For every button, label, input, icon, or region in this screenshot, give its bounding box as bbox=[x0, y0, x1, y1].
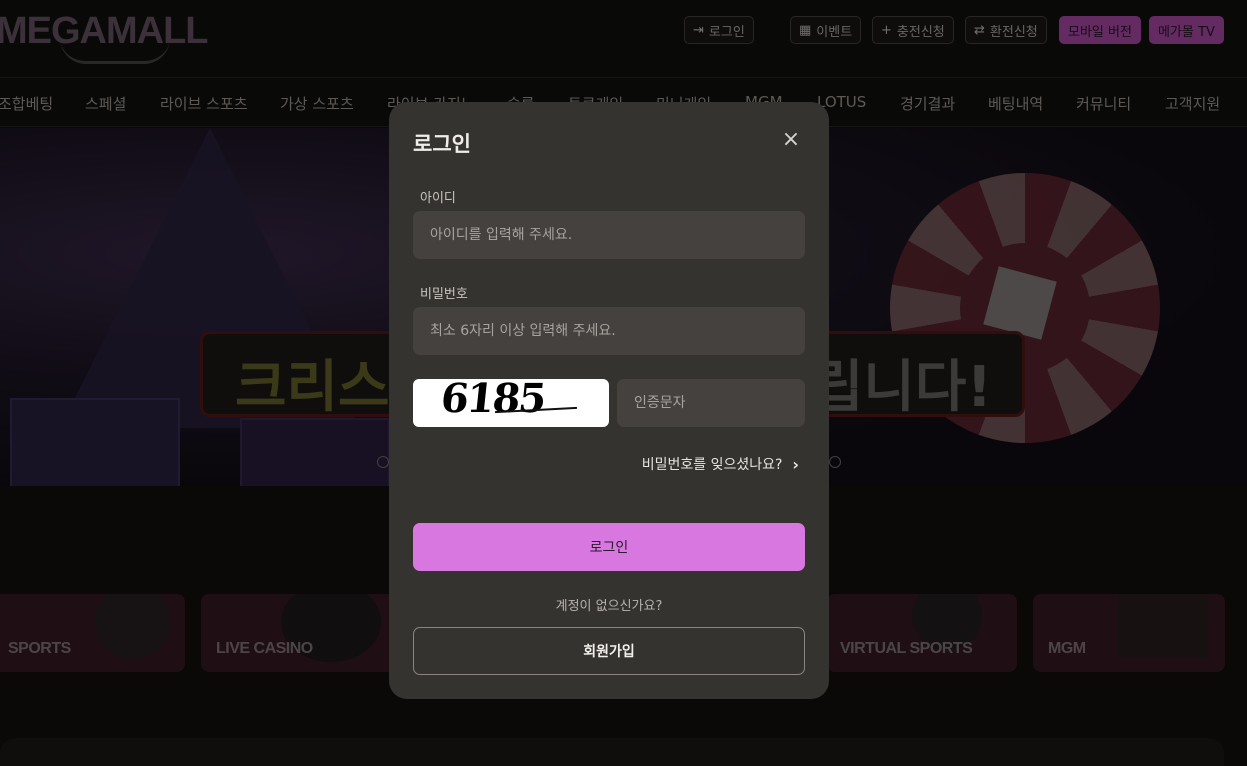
close-icon[interactable]: × bbox=[781, 128, 801, 152]
chevron-right-icon: › bbox=[792, 454, 799, 474]
login-submit-button[interactable]: 로그인 bbox=[413, 523, 805, 571]
password-input[interactable] bbox=[413, 307, 805, 355]
password-label: 비밀번호 bbox=[420, 287, 468, 302]
captcha-text: 6185 bbox=[438, 379, 547, 422]
no-account-text: 계정이 없으신가요? bbox=[555, 599, 663, 614]
id-label: 아이디 bbox=[420, 191, 456, 206]
forgot-password-label: 비밀번호를 잊으셨나요? bbox=[641, 457, 783, 473]
modal-title: 로그인 bbox=[413, 132, 471, 156]
forgot-password-link[interactable]: 비밀번호를 잊으셨나요? › bbox=[642, 454, 799, 474]
captcha-image: 6185 bbox=[413, 379, 609, 427]
signup-button[interactable]: 회원가입 bbox=[413, 627, 805, 675]
id-input[interactable] bbox=[413, 211, 805, 259]
login-modal: 로그인 × 아이디 비밀번호 6185 비밀번호를 잊으셨나요? › 로그인 계… bbox=[389, 102, 829, 699]
captcha-input[interactable] bbox=[617, 379, 805, 427]
